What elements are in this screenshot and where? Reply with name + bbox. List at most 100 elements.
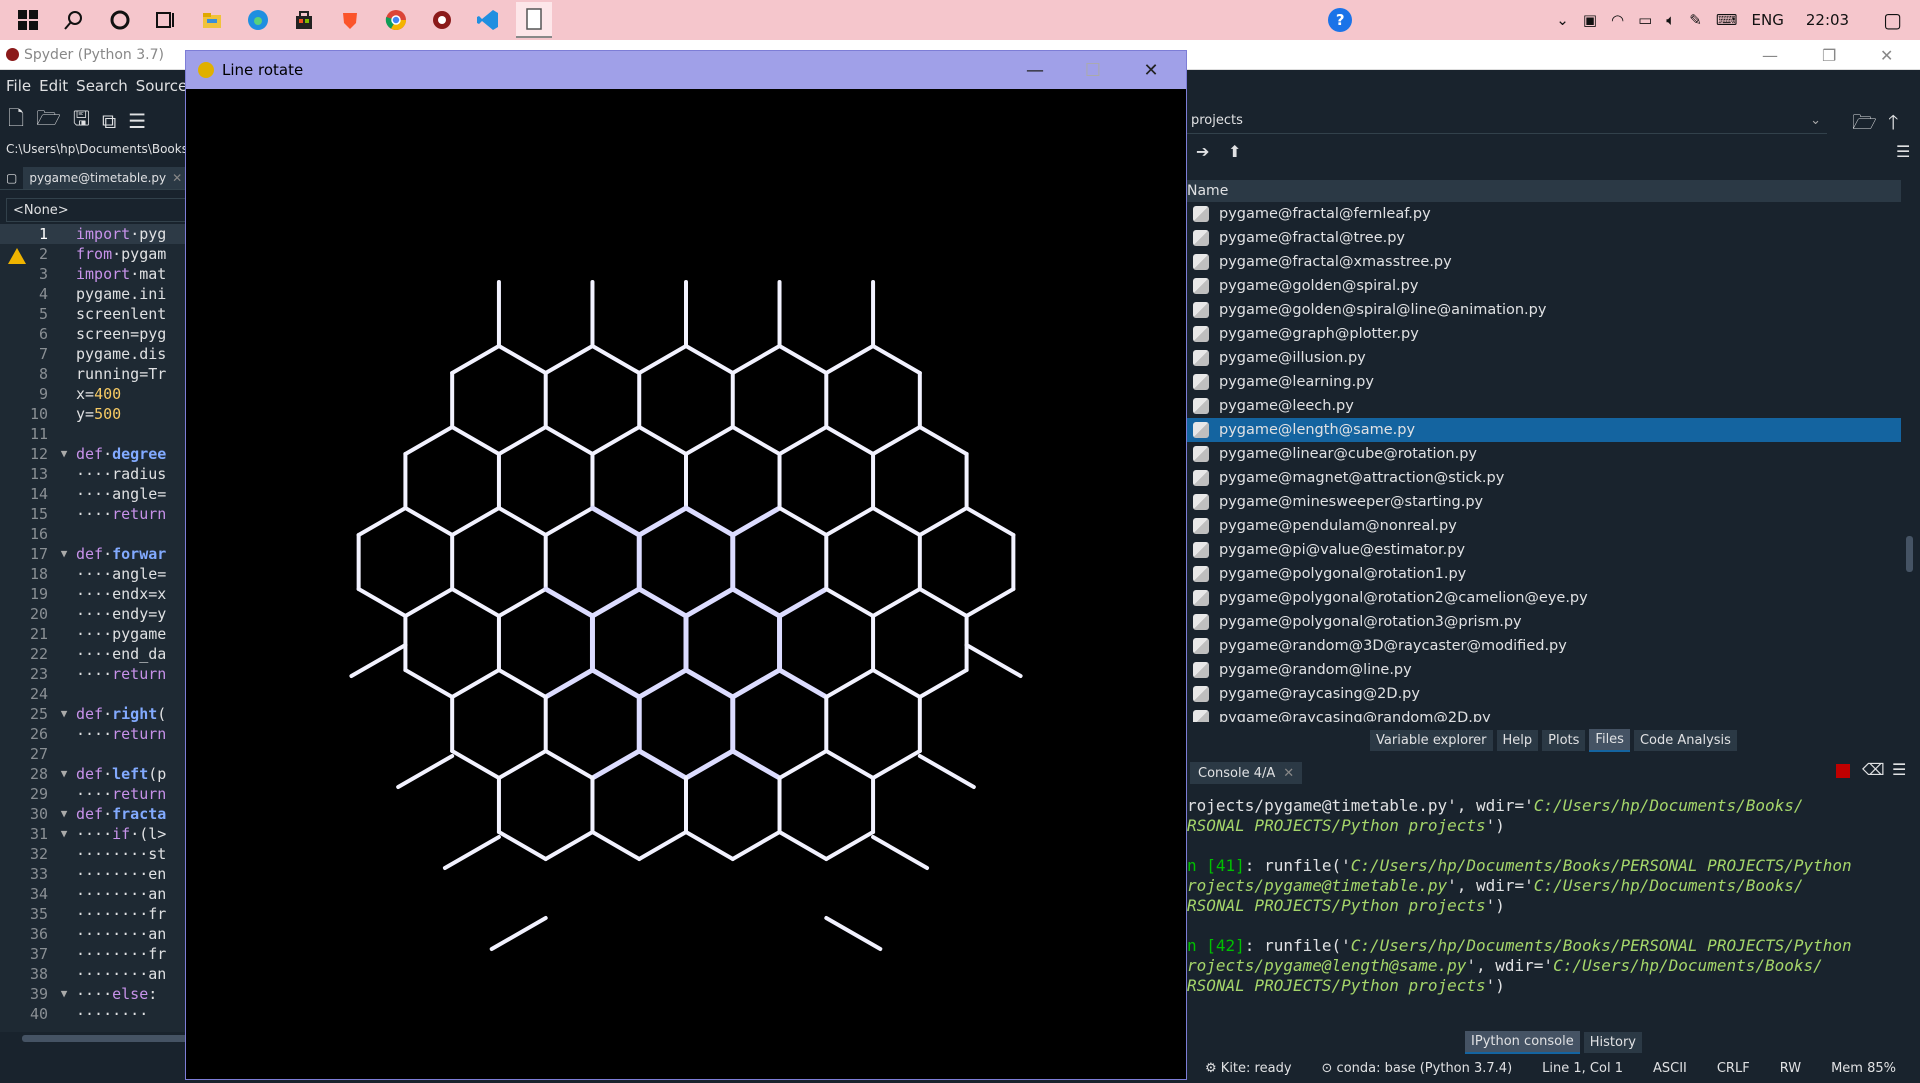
browse-tabs-icon[interactable]: ▢ — [6, 171, 17, 185]
file-item[interactable]: pygame@fractal@tree.py — [1187, 226, 1901, 250]
fold-toggle-icon[interactable]: ▼ — [52, 824, 76, 844]
file-item[interactable]: pygame@fractal@fernleaf.py — [1187, 202, 1901, 226]
code-line[interactable]: 36 ········an — [0, 924, 190, 944]
code-line[interactable]: 39 ▼ ····else: — [0, 984, 190, 1004]
code-line[interactable]: 25 ▼ def·right( — [0, 704, 190, 724]
tab-history[interactable]: History — [1583, 1031, 1642, 1053]
file-item[interactable]: pygame@golden@spiral@line@animation.py — [1187, 298, 1901, 322]
code-line[interactable]: 37 ········fr — [0, 944, 190, 964]
tab-code-analysis[interactable]: Code Analysis — [1633, 729, 1737, 751]
file-item[interactable]: pygame@graph@plotter.py — [1187, 322, 1901, 346]
code-line[interactable]: 1 import·pyg — [0, 224, 190, 244]
fold-toggle-icon[interactable]: ▼ — [52, 984, 76, 1004]
chevron-up-icon[interactable]: ⌄ — [1556, 11, 1569, 29]
files-vertical-scrollbar[interactable] — [1903, 180, 1917, 720]
code-line[interactable]: 27 — [0, 744, 190, 764]
console-output[interactable]: rojects/pygame@timetable.py', wdir='C:/U… — [1187, 796, 1897, 1026]
file-item[interactable]: pygame@polygonal@rotation3@prism.py — [1187, 610, 1901, 634]
file-item[interactable]: pygame@random@line.py — [1187, 658, 1901, 682]
code-line[interactable]: 9 x=400 — [0, 384, 190, 404]
windows-icon[interactable] — [10, 2, 46, 38]
code-line[interactable]: 40 ········ — [0, 1004, 190, 1024]
files-column-header[interactable]: Name — [1187, 180, 1901, 202]
tab-ipython-console[interactable]: IPython console — [1465, 1030, 1580, 1054]
app-icon[interactable] — [424, 2, 460, 38]
chrome-icon[interactable] — [378, 2, 414, 38]
stop-icon[interactable] — [1836, 764, 1850, 778]
tab-files[interactable]: Files — [1589, 728, 1630, 752]
store-icon[interactable] — [286, 2, 322, 38]
console-options-icon[interactable]: ☰ — [1892, 760, 1906, 779]
notification-icon[interactable]: ▢ — [1883, 8, 1902, 32]
code-line[interactable]: 8 running=Tr — [0, 364, 190, 384]
project-combobox[interactable]: projects ⌄ — [1187, 108, 1827, 134]
file-item[interactable]: pygame@linear@cube@rotation.py — [1187, 442, 1901, 466]
parent-dir-icon[interactable]: 🡑 — [1888, 108, 1898, 142]
up-arrow-icon[interactable]: ⬆ — [1228, 142, 1241, 161]
minimize-icon[interactable]: — — [1012, 51, 1058, 89]
console-tab[interactable]: Console 4/A ✕ — [1190, 762, 1303, 784]
code-line[interactable]: 17 ▼ def·forwar — [0, 544, 190, 564]
tab-variable-explorer[interactable]: Variable explorer — [1370, 729, 1493, 751]
restore-icon[interactable]: ❐ — [1822, 40, 1836, 70]
code-editor[interactable]: 1 import·pyg 2 from·pygam 3 import·mat 4 pygame… — [0, 224, 190, 1032]
clock[interactable]: 22:03 — [1806, 11, 1849, 29]
menu-search[interactable]: Search — [76, 77, 128, 95]
options-menu-icon[interactable]: ☰ — [1896, 142, 1910, 161]
code-line[interactable]: 30 ▼ def·fracta — [0, 804, 190, 824]
code-line[interactable]: 5 screenlent — [0, 304, 190, 324]
battery-icon[interactable]: ▭ — [1638, 11, 1652, 29]
tab-plots[interactable]: Plots — [1542, 729, 1586, 751]
code-line[interactable]: 33 ········en — [0, 864, 190, 884]
code-line[interactable]: 10 y=500 — [0, 404, 190, 424]
file-item[interactable]: pygame@raycasing@2D.py — [1187, 682, 1901, 706]
file-item[interactable]: pygame@golden@spiral.py — [1187, 274, 1901, 298]
eraser-icon[interactable]: ⌫ — [1862, 760, 1885, 779]
display-icon[interactable]: ▣ — [1583, 11, 1597, 29]
files-list[interactable]: pygame@fractal@fernleaf.py pygame@fractal… — [1187, 202, 1901, 722]
list-icon[interactable]: ☰ — [128, 109, 146, 133]
code-line[interactable]: 15 ····return — [0, 504, 190, 524]
tab-help[interactable]: Help — [1496, 729, 1539, 751]
menu-edit[interactable]: Edit — [39, 77, 68, 95]
close-tab-icon[interactable]: ✕ — [172, 171, 182, 185]
code-line[interactable]: 7 pygame.dis — [0, 344, 190, 364]
code-line[interactable]: 24 — [0, 684, 190, 704]
file-item[interactable]: pygame@random@3D@raycaster@modified.py — [1187, 634, 1901, 658]
code-line[interactable]: 18 ····angle= — [0, 564, 190, 584]
code-line[interactable]: 14 ····angle= — [0, 484, 190, 504]
outline-selector[interactable]: <None> — [6, 198, 186, 222]
code-line[interactable]: 28 ▼ def·left(p — [0, 764, 190, 784]
blank-app-icon[interactable] — [516, 2, 552, 38]
code-line[interactable]: 19 ····endx=x — [0, 584, 190, 604]
forward-arrow-icon[interactable]: ➔ — [1196, 142, 1209, 161]
minimize-icon[interactable]: — — [1762, 40, 1778, 70]
code-line[interactable]: 35 ········fr — [0, 904, 190, 924]
fold-toggle-icon[interactable]: ▼ — [52, 544, 76, 564]
file-item[interactable]: pygame@magnet@attraction@stick.py — [1187, 466, 1901, 490]
code-line[interactable]: 34 ········an — [0, 884, 190, 904]
code-line[interactable]: 6 screen=pyg — [0, 324, 190, 344]
close-icon[interactable]: ✕ — [1128, 51, 1174, 89]
code-line[interactable]: 31 ▼ ····if·(l> — [0, 824, 190, 844]
fold-toggle-icon[interactable]: ▼ — [52, 704, 76, 724]
code-line[interactable]: 20 ····endy=y — [0, 604, 190, 624]
code-line[interactable]: 29 ····return — [0, 784, 190, 804]
vscode-icon[interactable] — [470, 2, 506, 38]
close-tab-icon[interactable]: ✕ — [1283, 766, 1294, 781]
code-line[interactable]: 4 pygame.ini — [0, 284, 190, 304]
file-item[interactable]: pygame@leech.py — [1187, 394, 1901, 418]
cortana-icon[interactable] — [102, 2, 138, 38]
fold-toggle-icon[interactable]: ▼ — [52, 804, 76, 824]
brave-icon[interactable] — [332, 2, 368, 38]
code-line[interactable]: 16 — [0, 524, 190, 544]
code-line[interactable]: 21 ····pygame — [0, 624, 190, 644]
editor-horizontal-scrollbar[interactable] — [0, 1032, 190, 1044]
save-all-icon[interactable]: ⧉ — [102, 109, 116, 133]
code-line[interactable]: 12 ▼ def·degree — [0, 444, 190, 464]
file-item[interactable]: pygame@polygonal@rotation2@camelion@eye.… — [1187, 586, 1901, 610]
chevron-down-icon[interactable]: ⌄ — [1810, 113, 1821, 128]
new-file-icon[interactable]: 🗋 — [8, 104, 24, 138]
file-item[interactable]: pygame@learning.py — [1187, 370, 1901, 394]
open-folder-icon[interactable]: 🗁 — [36, 104, 61, 138]
